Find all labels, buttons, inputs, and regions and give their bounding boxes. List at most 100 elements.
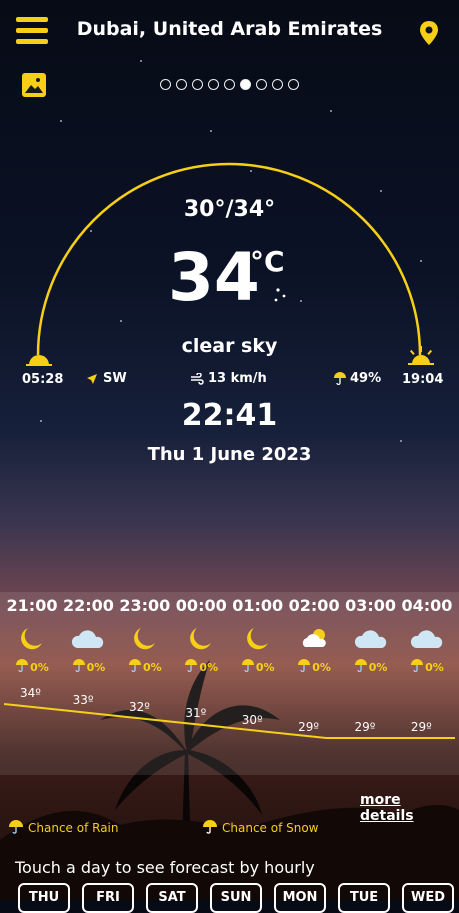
hourly-item[interactable]: 00:00 0% xyxy=(173,596,229,675)
hour-rain-chance: 0% xyxy=(4,659,60,675)
umbrella-icon xyxy=(410,659,424,675)
hour-rain-label: 0% xyxy=(86,660,106,674)
hour-rain-chance: 0% xyxy=(117,659,173,675)
hour-temperature: 33º xyxy=(72,692,94,707)
hour-rain-label: 0% xyxy=(425,660,444,674)
hourly-item[interactable]: 03:00 0% xyxy=(343,596,399,675)
hour-temperature: 30º xyxy=(241,713,263,728)
page-dot[interactable] xyxy=(288,79,299,90)
current-temperature: 34 xyxy=(168,239,260,316)
page-dot[interactable] xyxy=(208,79,219,90)
day-button-sat[interactable]: SAT xyxy=(146,883,198,913)
hour-rain-chance: 0% xyxy=(286,659,342,675)
page-dot[interactable] xyxy=(176,79,187,90)
touch-hint: Touch a day to see forecast by hourly xyxy=(15,858,315,877)
min-max-temp: 30°/34° xyxy=(183,197,276,222)
wind-speed-label: 13 km/h xyxy=(208,371,267,386)
current-time: 22:41 xyxy=(181,398,278,433)
day-button-sun[interactable]: SUN xyxy=(210,883,262,913)
hourly-item[interactable]: 01:00 0% xyxy=(230,596,286,675)
hour-temperature: 31º xyxy=(185,706,207,721)
umbrella-icon xyxy=(297,659,311,675)
hour-time: 01:00 xyxy=(232,596,284,615)
page-dot[interactable] xyxy=(160,79,171,90)
temperature-unit: °C xyxy=(250,245,285,278)
hour-temperature: 29º xyxy=(410,720,432,734)
moon-icon xyxy=(4,619,60,657)
hour-temperature: 29º xyxy=(298,720,319,734)
rain-chance: 49% xyxy=(333,371,381,386)
hour-time: 03:00 xyxy=(345,596,396,615)
umbrella-icon xyxy=(72,659,86,675)
day-button-wed[interactable]: WED xyxy=(402,883,454,913)
umbrella-icon xyxy=(184,659,198,675)
hour-time: 00:00 xyxy=(175,596,227,615)
legend-rain: Chance of Rain xyxy=(8,820,119,835)
umbrella-icon xyxy=(15,659,29,675)
moon-icon xyxy=(117,619,173,657)
hourly-item[interactable]: 22:00 0% xyxy=(60,596,116,675)
hour-time: 02:00 xyxy=(288,596,340,615)
current-date: Thu 1 June 2023 xyxy=(147,444,312,465)
wind-direction: SW xyxy=(86,371,127,386)
hour-rain-label: 0% xyxy=(143,660,162,674)
hour-time: 21:00 xyxy=(6,596,58,615)
page-dot[interactable] xyxy=(272,79,283,90)
temperature-line xyxy=(3,703,455,739)
wind-arrow-icon xyxy=(87,373,97,384)
location-title: Dubai, United Arab Emirates xyxy=(76,18,383,40)
page-dot[interactable] xyxy=(224,79,235,90)
hourly-temperature-line xyxy=(3,703,455,739)
umbrella-icon xyxy=(241,659,255,675)
sunset-time: 19:04 xyxy=(402,372,444,387)
umbrella-icon xyxy=(334,372,346,385)
day-button-tue[interactable]: TUE xyxy=(338,883,390,913)
more-details-link[interactable]: more details xyxy=(360,792,459,824)
page-indicator xyxy=(0,79,459,90)
hourly-item[interactable]: 02:00 0% xyxy=(286,596,342,675)
hour-rain-label: 0% xyxy=(255,660,275,674)
condition-text: clear sky xyxy=(181,335,278,357)
hourly-item[interactable]: 21:00 0% xyxy=(4,596,60,675)
location-pin-icon[interactable] xyxy=(418,20,440,46)
sunrise-time: 05:28 xyxy=(22,372,64,387)
rain-chance-label: 49% xyxy=(350,371,382,386)
wind-speed: 13 km/h xyxy=(190,371,267,386)
hourly-item[interactable]: 23:00 0% xyxy=(117,596,173,675)
hour-rain-chance: 0% xyxy=(173,659,229,675)
hour-rain-label: 0% xyxy=(312,660,331,674)
page-dot[interactable] xyxy=(256,79,267,90)
moon-icon xyxy=(402,124,433,149)
hourly-forecast-list[interactable]: 21:00 0% 22:00 0% 23:00 0% 00:00 0% 01:00 0% 02:00… xyxy=(4,596,455,675)
umbrella-icon xyxy=(9,820,23,834)
legend-snow: Chance of Snow xyxy=(202,820,319,835)
cloud-icon xyxy=(343,619,399,657)
hourly-item[interactable]: 04:00 0% xyxy=(399,596,455,675)
hour-temperature: 29º xyxy=(354,720,376,734)
day-button-mon[interactable]: MON xyxy=(274,883,326,913)
hour-temperature: 34º xyxy=(20,686,41,700)
hour-temperature: 32º xyxy=(128,699,150,714)
partly-cloudy-icon xyxy=(286,619,342,657)
hour-rain-chance: 0% xyxy=(343,659,399,675)
page-dot[interactable] xyxy=(192,79,203,90)
day-selector: THU FRI SAT SUN MON TUE WED xyxy=(18,883,454,913)
hour-time: 22:00 xyxy=(62,596,114,615)
hour-rain-label: 0% xyxy=(368,660,388,674)
hour-rain-chance: 0% xyxy=(399,659,455,675)
wind-icon xyxy=(191,372,204,385)
hour-rain-label: 0% xyxy=(30,660,49,674)
clear-night-icon xyxy=(257,288,288,321)
umbrella-icon xyxy=(203,820,217,834)
umbrella-icon xyxy=(128,659,142,675)
hour-rain-label: 0% xyxy=(199,660,219,674)
cloud-icon xyxy=(399,619,455,657)
cloud-icon xyxy=(60,619,116,657)
day-button-fri[interactable]: FRI xyxy=(82,883,134,913)
day-button-thu[interactable]: THU xyxy=(18,883,70,913)
hour-rain-chance: 0% xyxy=(60,659,116,675)
page-dot[interactable] xyxy=(240,79,251,90)
wind-direction-label: SW xyxy=(103,371,127,386)
hour-rain-chance: 0% xyxy=(230,659,286,675)
hour-time: 23:00 xyxy=(119,596,171,615)
